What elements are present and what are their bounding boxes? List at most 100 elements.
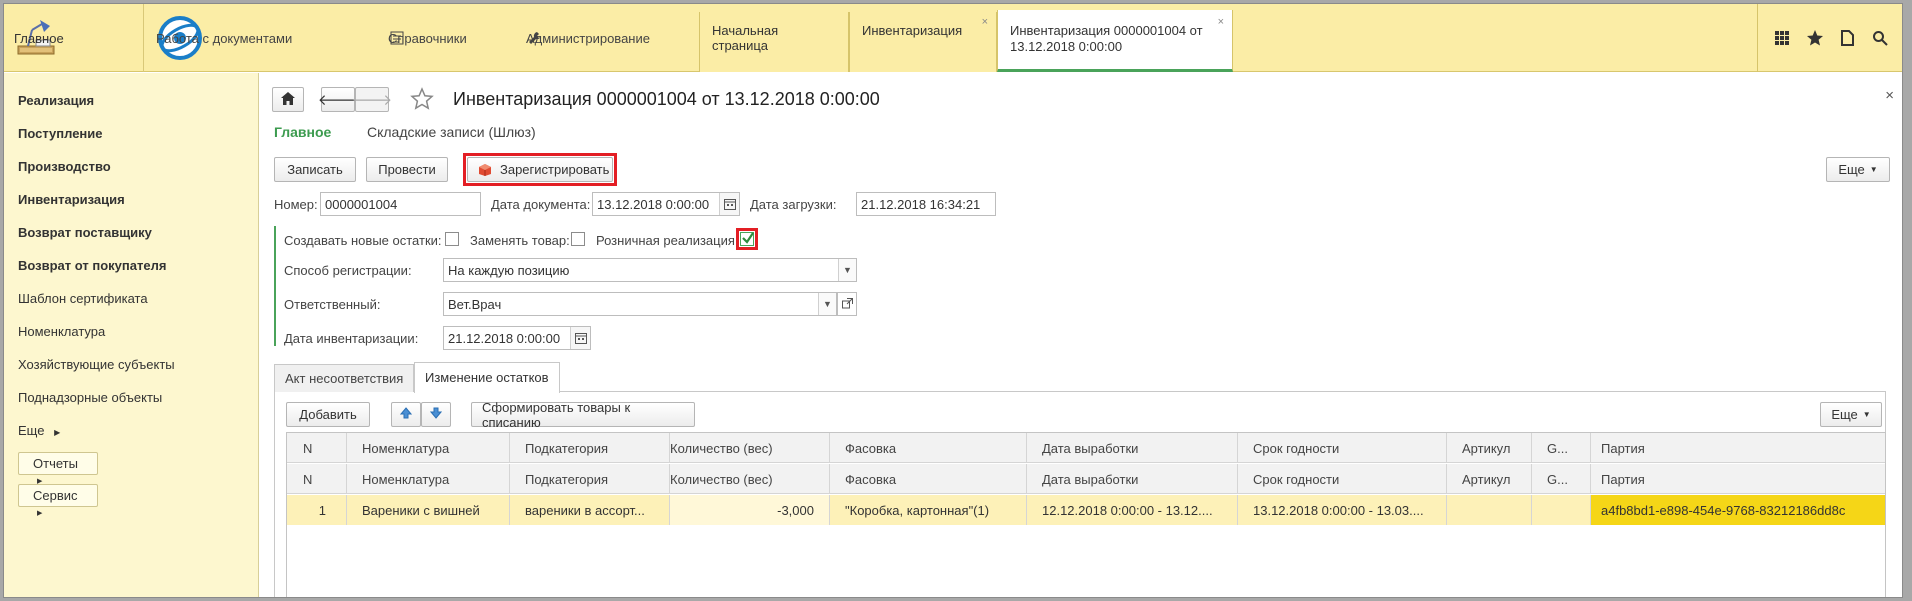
close-form-icon[interactable]: ×	[1885, 87, 1894, 104]
save-button[interactable]: Записать	[274, 157, 356, 182]
post-button[interactable]: Провести	[366, 157, 448, 182]
chevron-down-icon: ▼	[1869, 165, 1878, 174]
favorite-star-icon[interactable]	[410, 87, 434, 114]
open-responsible-button[interactable]	[837, 292, 857, 316]
tab-doc-label-line1: Инвентаризация 0000001004 от	[1010, 23, 1203, 38]
nav-administration[interactable]: Администрирование	[526, 4, 650, 72]
sidebar-item-supervised-objects[interactable]: Поднадзорные объекты	[18, 390, 162, 405]
tab-inventory-list[interactable]: Инвентаризация ×	[849, 12, 997, 72]
retail-highlight	[736, 228, 758, 250]
table-more-button[interactable]: Еще ▼	[1820, 402, 1882, 427]
col-header[interactable]: Фасовка	[830, 433, 1027, 463]
col-header[interactable]: N	[287, 464, 347, 494]
inv-date-value: 21.12.2018 0:00:00	[448, 331, 561, 346]
table-row[interactable]: 1 Вареники с вишней вареники в ассорт...…	[287, 495, 1885, 525]
responsible-label: Ответственный:	[284, 297, 381, 312]
reports-label: Отчеты	[33, 456, 78, 471]
close-icon[interactable]: ×	[982, 16, 988, 28]
form-writeoff-button[interactable]: Сформировать товары к списанию	[471, 400, 695, 430]
load-date-label: Дата загрузки:	[750, 197, 837, 212]
create-new-checkbox[interactable]	[445, 232, 459, 246]
sidebar-item-return-customer[interactable]: Возврат от покупателя	[18, 258, 166, 273]
move-down-button[interactable]	[421, 402, 451, 427]
create-new-label: Создавать новые остатки:	[284, 233, 442, 248]
table-cell-batch[interactable]: a4fb8bd1-e898-454e-9768-83212186dd8c	[1591, 495, 1885, 525]
table-cell[interactable]: 12.12.2018 0:00:00 - 13.12....	[1027, 495, 1238, 525]
more-button[interactable]: Еще ▼	[1826, 157, 1890, 182]
tab-discrepancy-act[interactable]: Акт несоответствия	[274, 364, 415, 392]
sidebar-more[interactable]: Еще ▶	[18, 423, 60, 438]
move-up-button[interactable]	[391, 402, 421, 427]
col-header[interactable]: Партия	[1591, 433, 1885, 463]
apps-grid-icon[interactable]	[1770, 26, 1794, 50]
history-icon[interactable]	[1835, 26, 1859, 50]
col-header[interactable]: Дата выработки	[1027, 433, 1238, 463]
sidebar-item-nomenclature[interactable]: Номенклатура	[18, 324, 105, 339]
replace-checkbox[interactable]	[571, 232, 585, 246]
inv-date-input[interactable]: 21.12.2018 0:00:00	[443, 326, 591, 350]
col-header[interactable]: Дата выработки	[1027, 464, 1238, 494]
sidebar-item-inventory[interactable]: Инвентаризация	[18, 192, 125, 207]
col-header[interactable]: Номенклатура	[347, 433, 510, 463]
col-header[interactable]: Подкатегория	[510, 433, 670, 463]
col-header[interactable]: G...	[1532, 433, 1591, 463]
calendar-icon[interactable]	[719, 193, 739, 215]
number-input[interactable]: 0000001004	[320, 192, 481, 216]
doc-date-value: 13.12.2018 0:00:00	[597, 197, 710, 212]
table-cell[interactable]: вареники в ассорт...	[510, 495, 670, 525]
table-cell[interactable]: Вареники с вишней	[347, 495, 510, 525]
home-section[interactable]: Главное	[4, 4, 144, 72]
col-header[interactable]: Срок годности	[1238, 464, 1447, 494]
table-cell[interactable]: 13.12.2018 0:00:00 - 13.03....	[1238, 495, 1447, 525]
col-header[interactable]: Артикул	[1447, 464, 1532, 494]
favorites-star-icon[interactable]	[1803, 26, 1827, 50]
sidebar-item-receipts[interactable]: Поступление	[18, 126, 103, 141]
tab-stock-changes[interactable]: Изменение остатков	[414, 362, 560, 393]
chevron-down-icon[interactable]: ▼	[818, 293, 836, 315]
col-header[interactable]: Количество (вес)	[670, 433, 830, 463]
table-cell[interactable]: -3,000	[670, 495, 830, 525]
table-cell[interactable]	[1447, 495, 1532, 525]
load-date-input[interactable]: 21.12.2018 16:34:21	[856, 192, 996, 216]
calendar-icon[interactable]	[570, 327, 590, 349]
tab-inventory-document[interactable]: Инвентаризация 0000001004 от 13.12.2018 …	[997, 10, 1233, 72]
doc-date-input[interactable]: 13.12.2018 0:00:00	[592, 192, 740, 216]
table-cell[interactable]: "Коробка, картонная"(1)	[830, 495, 1027, 525]
section-main[interactable]: Главное	[274, 124, 331, 140]
sidebar-item-certificate-template[interactable]: Шаблон сертификата	[18, 291, 148, 306]
home-button[interactable]	[272, 87, 304, 112]
chevron-down-icon[interactable]: ▼	[838, 259, 856, 281]
responsible-select[interactable]: Вет.Врач ▼	[443, 292, 837, 316]
sidebar-item-sales[interactable]: Реализация	[18, 93, 94, 108]
table-cell[interactable]	[1532, 495, 1591, 525]
close-icon[interactable]: ×	[1218, 14, 1224, 30]
reports-button[interactable]: Отчеты ▶	[18, 452, 98, 485]
col-header[interactable]: Фасовка	[830, 464, 1027, 494]
col-header[interactable]: Номенклатура	[347, 464, 510, 494]
home-label: Главное	[14, 30, 64, 46]
table-cell[interactable]: 1	[287, 495, 347, 525]
add-button[interactable]: Добавить	[286, 402, 370, 427]
search-icon[interactable]	[1868, 26, 1892, 50]
nav-documents[interactable]: Работа с документами	[156, 4, 292, 72]
sidebar-item-production[interactable]: Производство	[18, 159, 111, 174]
chevron-down-icon: ▼	[1862, 410, 1871, 419]
section-warehouse-records[interactable]: Складские записи (Шлюз)	[367, 124, 536, 140]
col-header[interactable]: Партия	[1591, 464, 1885, 494]
tab-home-page[interactable]: Начальная страница	[699, 12, 849, 72]
table-header-second: N Номенклатура Подкатегория Количество (…	[287, 464, 1885, 494]
nav-directories[interactable]: Справочники	[388, 4, 467, 72]
service-button[interactable]: Сервис ▶	[18, 484, 98, 517]
sidebar-item-business-entities[interactable]: Хозяйствующие субъекты	[18, 357, 175, 372]
col-header[interactable]: Срок годности	[1238, 433, 1447, 463]
forward-button[interactable]: 🡒	[352, 87, 392, 112]
col-header[interactable]: Артикул	[1447, 433, 1532, 463]
reg-method-select[interactable]: На каждую позицию ▼	[443, 258, 857, 282]
responsible-value: Вет.Врач	[448, 297, 502, 312]
col-header[interactable]: Количество (вес)	[670, 464, 830, 494]
col-header[interactable]: N	[287, 433, 347, 463]
back-button[interactable]: 🡐	[318, 87, 358, 112]
col-header[interactable]: Подкатегория	[510, 464, 670, 494]
col-header[interactable]: G...	[1532, 464, 1591, 494]
sidebar-item-return-supplier[interactable]: Возврат поставщику	[18, 225, 152, 240]
